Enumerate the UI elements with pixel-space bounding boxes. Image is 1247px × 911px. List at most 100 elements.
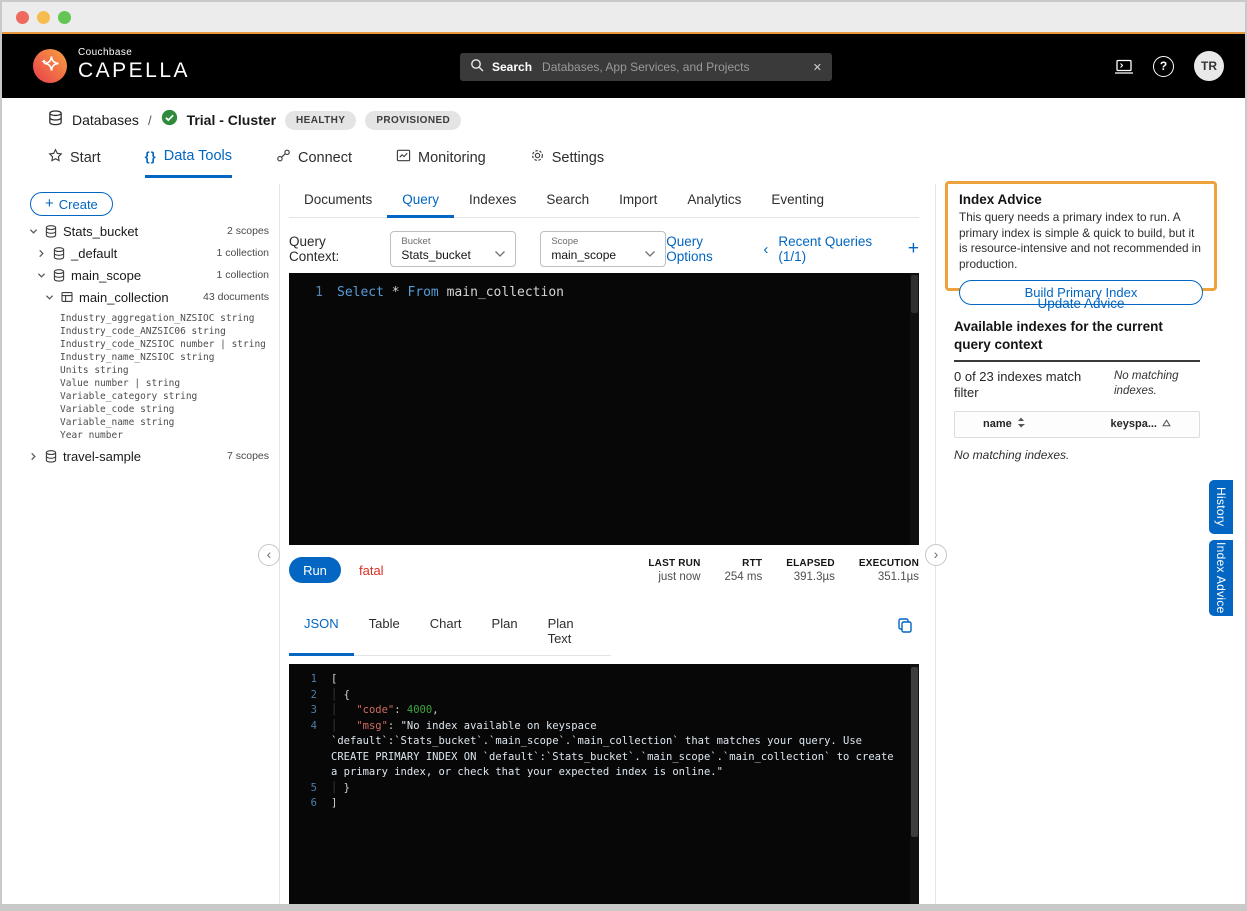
collapse-rightpanel-button[interactable]: ›: [925, 544, 947, 566]
collection-icon: [60, 291, 73, 303]
tree-item-main_collection[interactable]: main_collection43 documents: [2, 286, 279, 308]
tree-item-name: travel-sample: [63, 449, 141, 464]
tree-item-name: Stats_bucket: [63, 224, 138, 239]
code-text: │ {: [317, 688, 919, 704]
nav-tab-connect[interactable]: Connect: [276, 148, 352, 178]
update-advice-link[interactable]: Update Advice: [945, 296, 1217, 311]
result-tab-plan-text[interactable]: Plan Text: [533, 609, 611, 655]
tree-item-main_scope[interactable]: main_scope 1 collection: [2, 264, 279, 286]
scope-select[interactable]: Scope main_scope: [540, 231, 666, 267]
nav-tab-start[interactable]: Start: [48, 148, 101, 178]
chevron-right-icon[interactable]: [28, 452, 38, 461]
new-query-plus-icon[interactable]: +: [908, 242, 919, 256]
gear-icon: [530, 148, 545, 167]
tab-query[interactable]: Query: [387, 186, 454, 218]
nav-tab-data-tools[interactable]: {}Data Tools: [145, 148, 232, 178]
code-text: Select * From main_collection: [323, 283, 919, 302]
tab-import[interactable]: Import: [604, 186, 672, 217]
code-text: [: [317, 672, 919, 688]
nav-tab-label: Monitoring: [418, 150, 486, 166]
close-window-button[interactable]: [16, 11, 29, 24]
couchbase-logo-icon[interactable]: [32, 48, 68, 84]
terminal-icon[interactable]: [1114, 59, 1134, 80]
brand-wordmark: Couchbase CAPELLA: [78, 47, 190, 83]
stat-label: RTT: [725, 558, 763, 569]
chevron-down-icon[interactable]: [44, 293, 54, 302]
token: [337, 720, 356, 732]
indexes-column-keyspa[interactable]: keyspa...: [1111, 418, 1171, 430]
nav-tab-settings[interactable]: Settings: [530, 148, 604, 178]
output-scrollbar[interactable]: [910, 664, 919, 904]
tree-item-Stats_bucket[interactable]: Stats_bucket2 scopes: [2, 220, 279, 242]
chevron-down-icon[interactable]: [28, 227, 38, 236]
search-placeholder: Databases, App Services, and Projects: [542, 60, 813, 74]
stat-value: 254 ms: [725, 571, 763, 583]
field-row: Variable_name string: [60, 416, 279, 429]
recent-queries-link[interactable]: Recent Queries (1/1): [778, 234, 898, 264]
bucket-select[interactable]: Bucket Stats_bucket: [390, 231, 516, 267]
line-number: 6: [289, 796, 317, 812]
result-tab-table[interactable]: Table: [354, 609, 415, 655]
sort-both-icon: [1017, 417, 1025, 431]
result-tab-plan[interactable]: Plan: [477, 609, 533, 655]
tree-item-_default[interactable]: _default1 collection: [2, 242, 279, 264]
bucket-tree: Stats_bucket2 scopes_default1 collection…: [2, 220, 279, 467]
tab-search[interactable]: Search: [531, 186, 604, 217]
nav-tab-monitoring[interactable]: Monitoring: [396, 148, 486, 178]
help-icon[interactable]: ?: [1153, 56, 1174, 77]
query-stats: LAST RUNjust nowRTT254 msELAPSED391.3µsE…: [648, 558, 919, 583]
recent-queries-prev-icon[interactable]: ‹: [763, 241, 768, 258]
tab-indexes[interactable]: Indexes: [454, 186, 531, 217]
editor-scrollbar[interactable]: [910, 273, 919, 545]
result-tabs-row: JSONTableChartPlanPlan Text: [289, 609, 919, 656]
tree-item-count: 7 scopes: [227, 450, 269, 462]
tree-item-count: 1 collection: [216, 269, 269, 281]
query-context-row: Query Context: Bucket Stats_bucket Scope…: [289, 229, 919, 269]
chevron-right-icon[interactable]: [36, 249, 46, 258]
query-options-link[interactable]: Query Options: [666, 234, 749, 264]
plus-icon: +: [45, 195, 54, 212]
create-button[interactable]: + Create: [30, 192, 113, 216]
index-advice-panel: Index Advice This query needs a primary …: [936, 184, 1245, 904]
bucket-icon: [44, 450, 57, 463]
search-icon: [470, 58, 484, 77]
tree-item-name: main_scope: [71, 268, 141, 283]
token: [337, 704, 356, 716]
chevron-down-icon[interactable]: [36, 271, 46, 280]
healthy-check-icon: [161, 109, 178, 131]
cluster-name[interactable]: Trial - Cluster: [187, 112, 276, 128]
minimize-window-button[interactable]: [37, 11, 50, 24]
tree-item-name: main_collection: [79, 290, 169, 305]
tab-eventing[interactable]: Eventing: [756, 186, 839, 217]
available-indexes-title: Available indexes for the current query …: [954, 318, 1200, 353]
link-icon: [276, 148, 291, 167]
global-search-input[interactable]: Search Databases, App Services, and Proj…: [460, 53, 832, 81]
bucket-icon: [44, 225, 57, 238]
nav-tab-label: Start: [70, 150, 101, 166]
run-button[interactable]: Run: [289, 557, 341, 583]
output-line: 5│ }: [289, 781, 919, 797]
clear-search-icon[interactable]: ✕: [813, 61, 822, 74]
zoom-window-button[interactable]: [58, 11, 71, 24]
token: {: [337, 689, 350, 701]
breadcrumb-databases-link[interactable]: Databases: [72, 112, 139, 128]
scope-icon: [52, 269, 65, 282]
query-status: fatal: [359, 563, 384, 578]
result-tab-json[interactable]: JSON: [289, 609, 354, 656]
index-advice-description: This query needs a primary index to run.…: [959, 210, 1203, 273]
titlebar: [2, 2, 1245, 32]
indexes-column-name[interactable]: name: [983, 417, 1025, 431]
collapse-sidebar-button[interactable]: ‹: [258, 544, 280, 566]
result-tab-chart[interactable]: Chart: [415, 609, 477, 655]
tree-item-travel-sample[interactable]: travel-sample 7 scopes: [2, 445, 279, 467]
tab-documents[interactable]: Documents: [289, 186, 387, 217]
token: Select: [337, 285, 384, 300]
query-editor[interactable]: 1Select * From main_collection: [289, 273, 919, 545]
tab-analytics[interactable]: Analytics: [672, 186, 756, 217]
history-side-tab[interactable]: History: [1209, 480, 1233, 534]
index-advice-side-tab[interactable]: Index Advice: [1209, 540, 1233, 616]
stat-value: just now: [648, 571, 700, 583]
copy-results-icon[interactable]: [897, 617, 913, 638]
avatar[interactable]: TR: [1194, 51, 1224, 81]
bucket-select-value: Stats_bucket: [401, 248, 507, 262]
